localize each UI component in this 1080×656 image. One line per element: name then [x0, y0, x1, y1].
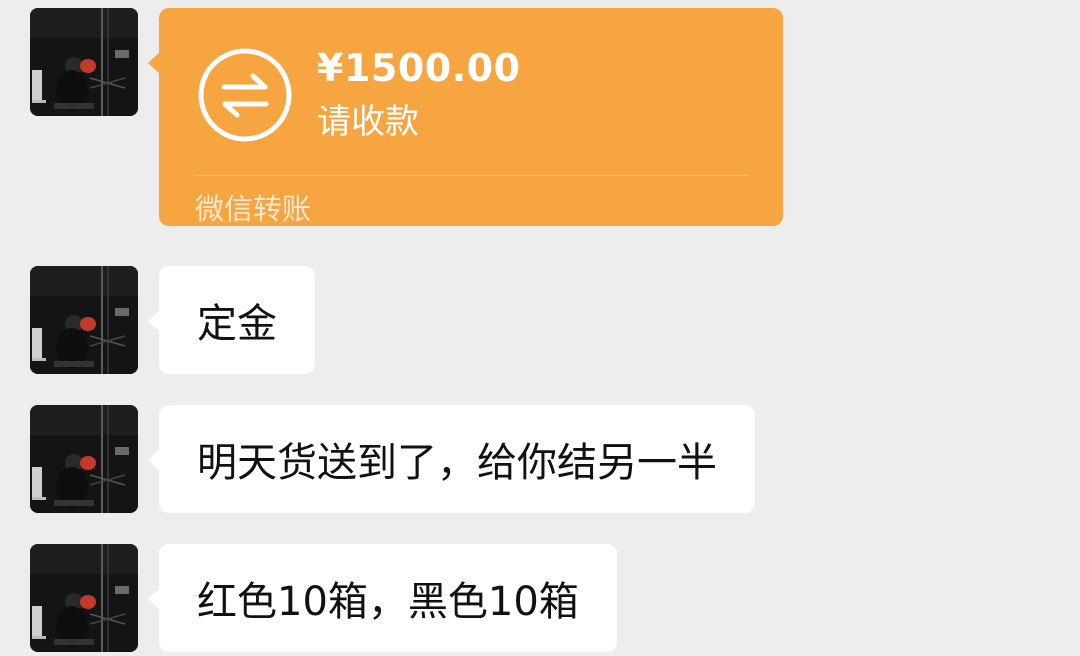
avatar[interactable] — [30, 544, 138, 652]
transfer-amount: ¥1500.00 — [317, 46, 521, 90]
avatar-photo — [30, 544, 138, 652]
avatar-photo — [30, 8, 138, 116]
transfer-footer-label: 微信转账 — [195, 192, 312, 226]
avatar[interactable] — [30, 405, 138, 513]
avatar[interactable] — [30, 8, 138, 116]
message-text: 明天货送到了，给你结另一半 — [197, 440, 717, 486]
message-text: 定金 — [197, 301, 277, 347]
transfer-arrows-icon — [198, 48, 292, 142]
transfer-status: 请收款 — [317, 102, 419, 142]
avatar[interactable] — [30, 266, 138, 374]
avatar-photo — [30, 266, 138, 374]
message-bubble[interactable]: 定金 — [148, 266, 315, 374]
transfer-card[interactable]: ¥1500.00 请收款 微信转账 — [148, 8, 783, 226]
message-bubble[interactable]: 红色10箱，黑色10箱 — [148, 544, 617, 652]
transfer-divider — [195, 175, 747, 176]
message-text: 红色10箱，黑色10箱 — [197, 579, 579, 625]
avatar-photo — [30, 405, 138, 513]
message-bubble[interactable]: 明天货送到了，给你结另一半 — [148, 405, 755, 513]
